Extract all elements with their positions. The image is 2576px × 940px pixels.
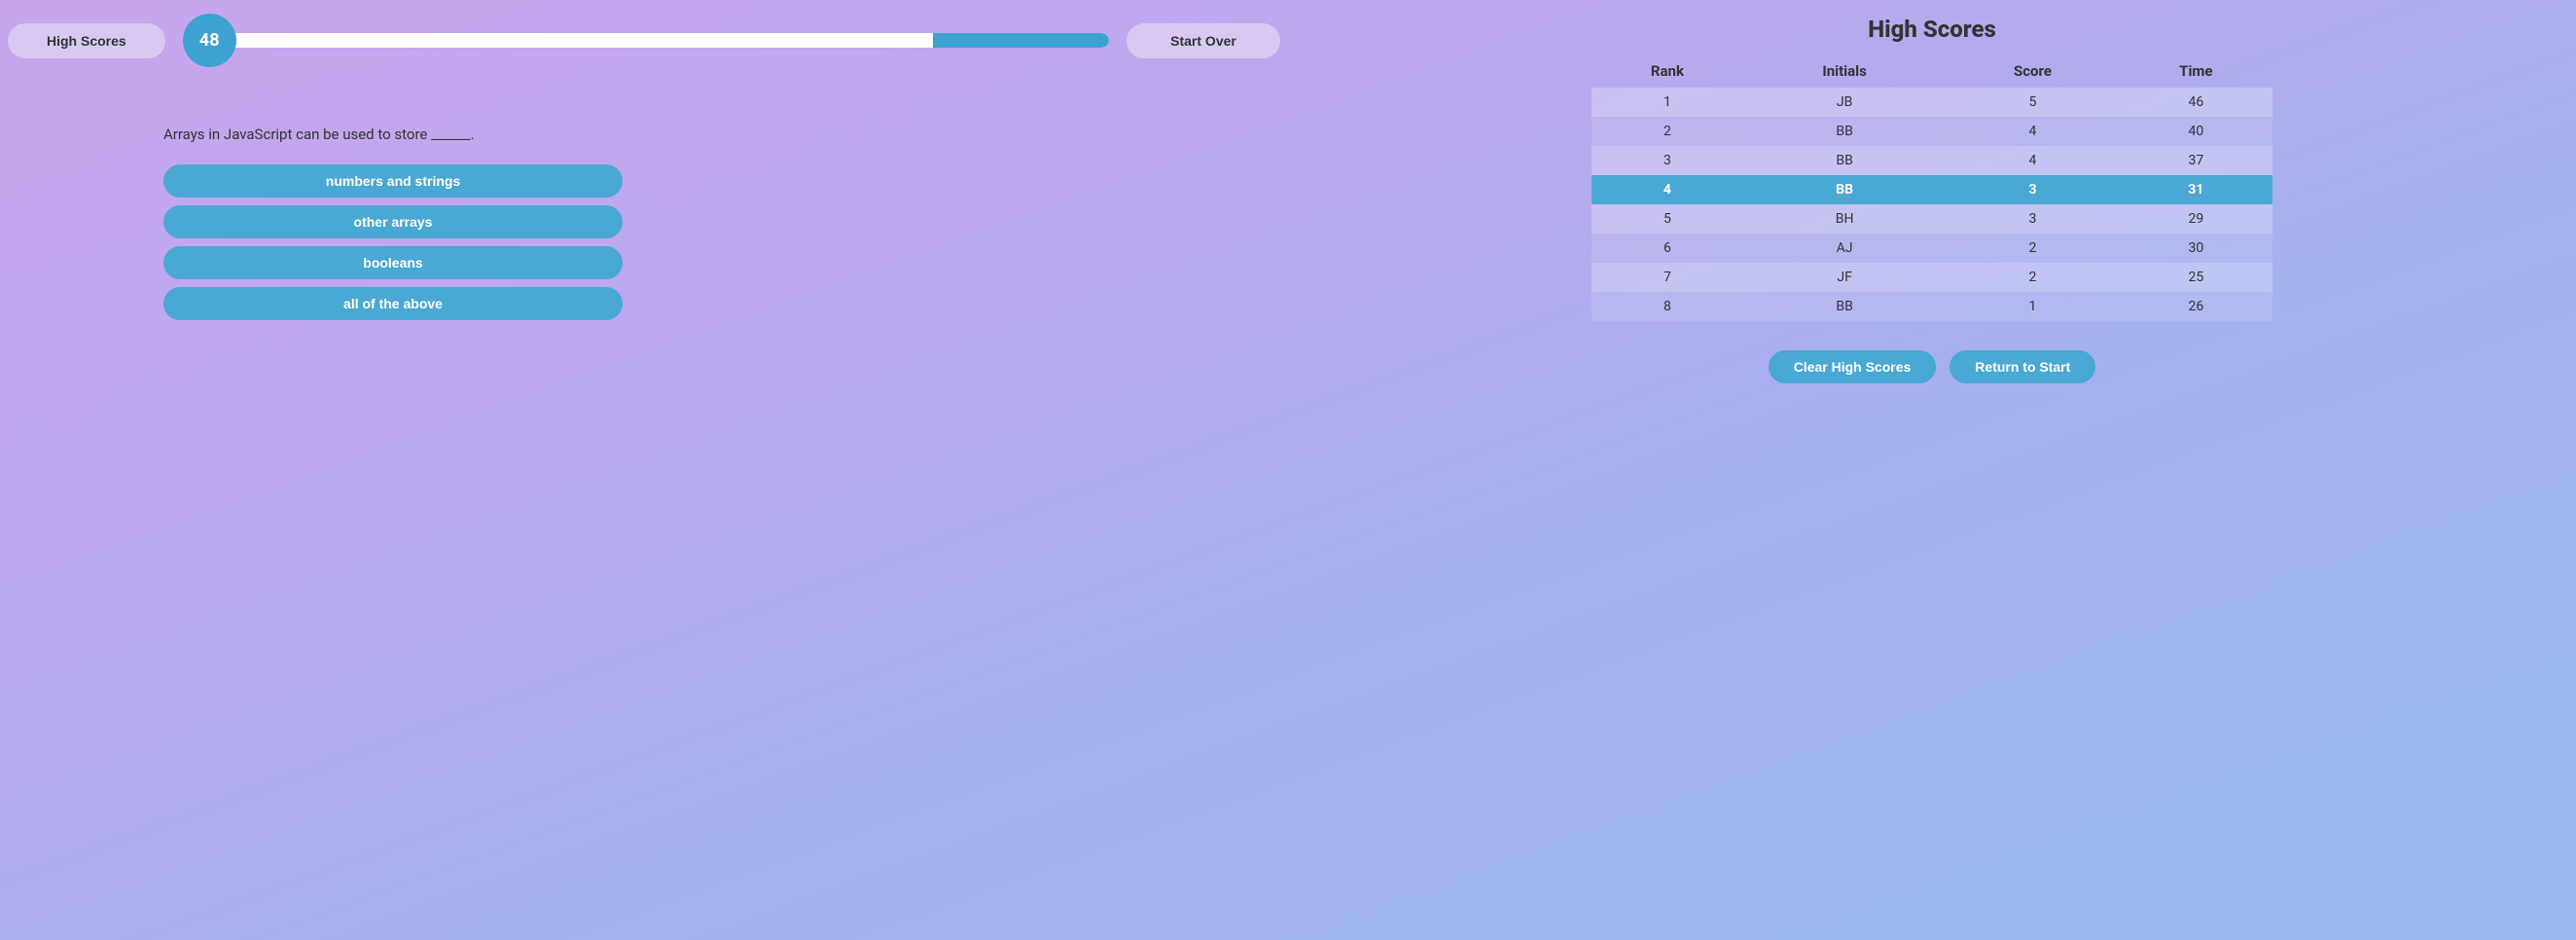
cell-score: 2 bbox=[1946, 263, 2119, 292]
cell-time: 26 bbox=[2120, 292, 2272, 321]
progress-fill bbox=[933, 33, 1109, 48]
cell-initials: JB bbox=[1743, 88, 1946, 117]
timer-badge: 48 bbox=[183, 14, 236, 67]
cell-time: 46 bbox=[2120, 88, 2272, 117]
cell-initials: AJ bbox=[1743, 234, 1946, 263]
cell-rank: 8 bbox=[1592, 292, 1743, 321]
cell-score: 3 bbox=[1946, 204, 2119, 234]
table-row: 3BB437 bbox=[1592, 146, 2272, 175]
answer-option-1[interactable]: other arrays bbox=[163, 205, 623, 238]
cell-rank: 2 bbox=[1592, 117, 1743, 146]
cell-initials: JF bbox=[1743, 263, 1946, 292]
cell-time: 31 bbox=[2120, 175, 2272, 204]
high-scores-table: Rank Initials Score Time 1JB5462BB4403BB… bbox=[1592, 56, 2272, 321]
return-to-start-button[interactable]: Return to Start bbox=[1950, 350, 2095, 383]
cell-time: 25 bbox=[2120, 263, 2272, 292]
table-header-row: Rank Initials Score Time bbox=[1592, 56, 2272, 88]
table-row: 2BB440 bbox=[1592, 117, 2272, 146]
table-row: 5BH329 bbox=[1592, 204, 2272, 234]
table-row: 7JF225 bbox=[1592, 263, 2272, 292]
high-scores-title: High Scores bbox=[1296, 16, 2568, 43]
cell-rank: 3 bbox=[1592, 146, 1743, 175]
start-over-button[interactable]: Start Over bbox=[1127, 23, 1280, 58]
question-text: Arrays in JavaScript can be used to stor… bbox=[163, 126, 623, 143]
cell-rank: 4 bbox=[1592, 175, 1743, 204]
cell-score: 4 bbox=[1946, 117, 2119, 146]
cell-score: 3 bbox=[1946, 175, 2119, 204]
table-row: 4BB331 bbox=[1592, 175, 2272, 204]
quiz-panel: High Scores 48 Start Over Arrays in Java… bbox=[0, 0, 1288, 940]
cell-score: 5 bbox=[1946, 88, 2119, 117]
quiz-topbar: High Scores 48 Start Over bbox=[8, 14, 1280, 67]
col-rank: Rank bbox=[1592, 56, 1743, 88]
high-scores-button[interactable]: High Scores bbox=[8, 23, 165, 58]
answer-option-0[interactable]: numbers and strings bbox=[163, 164, 623, 198]
cell-time: 29 bbox=[2120, 204, 2272, 234]
cell-initials: BB bbox=[1743, 146, 1946, 175]
table-row: 8BB126 bbox=[1592, 292, 2272, 321]
cell-score: 4 bbox=[1946, 146, 2119, 175]
cell-initials: BH bbox=[1743, 204, 1946, 234]
cell-rank: 1 bbox=[1592, 88, 1743, 117]
col-initials: Initials bbox=[1743, 56, 1946, 88]
high-scores-panel: High Scores Rank Initials Score Time 1JB… bbox=[1288, 0, 2576, 940]
high-scores-actions: Clear High Scores Return to Start bbox=[1296, 350, 2568, 383]
cell-initials: BB bbox=[1743, 292, 1946, 321]
table-row: 6AJ230 bbox=[1592, 234, 2272, 263]
cell-rank: 6 bbox=[1592, 234, 1743, 263]
cell-initials: BB bbox=[1743, 175, 1946, 204]
cell-time: 40 bbox=[2120, 117, 2272, 146]
cell-score: 2 bbox=[1946, 234, 2119, 263]
table-row: 1JB546 bbox=[1592, 88, 2272, 117]
col-time: Time bbox=[2120, 56, 2272, 88]
col-score: Score bbox=[1946, 56, 2119, 88]
answer-option-2[interactable]: booleans bbox=[163, 246, 623, 279]
progress-bar bbox=[227, 33, 1109, 48]
clear-high-scores-button[interactable]: Clear High Scores bbox=[1769, 350, 1937, 383]
cell-score: 1 bbox=[1946, 292, 2119, 321]
cell-rank: 5 bbox=[1592, 204, 1743, 234]
cell-initials: BB bbox=[1743, 117, 1946, 146]
answers-list: numbers and strings other arrays booleans a… bbox=[163, 164, 623, 320]
answer-option-3[interactable]: all of the above bbox=[163, 287, 623, 320]
cell-time: 37 bbox=[2120, 146, 2272, 175]
cell-rank: 7 bbox=[1592, 263, 1743, 292]
question-block: Arrays in JavaScript can be used to stor… bbox=[163, 126, 623, 320]
cell-time: 30 bbox=[2120, 234, 2272, 263]
